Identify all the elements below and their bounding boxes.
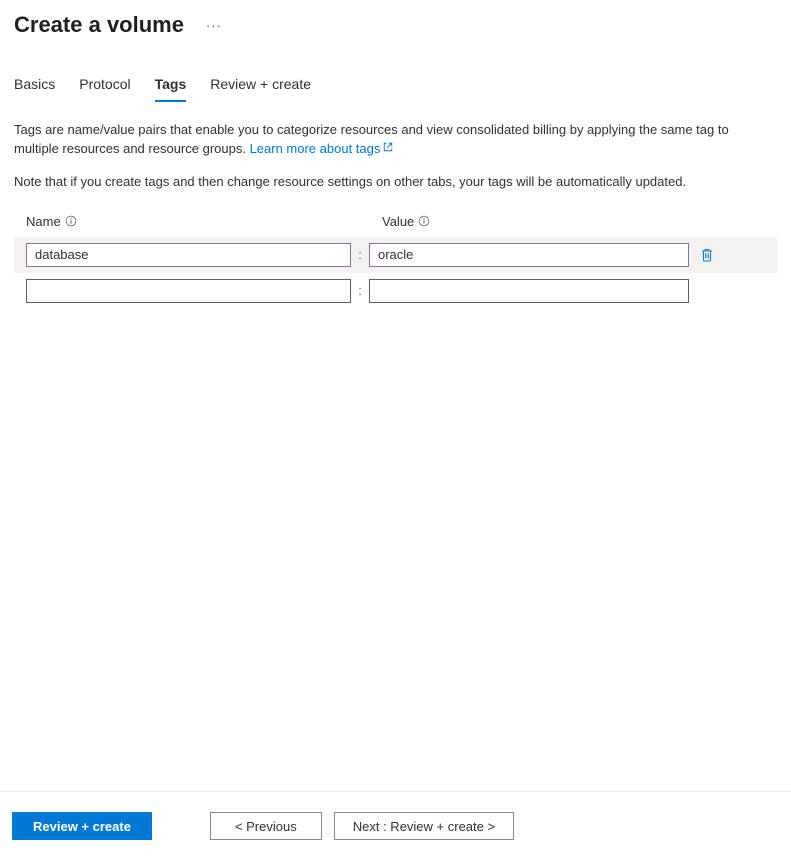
tag-value-input[interactable] bbox=[369, 243, 689, 267]
tab-basics[interactable]: Basics bbox=[14, 76, 55, 102]
more-icon[interactable]: ··· bbox=[206, 18, 222, 33]
tag-name-input[interactable] bbox=[26, 243, 351, 267]
tabs: Basics Protocol Tags Review + create bbox=[0, 38, 791, 103]
tag-name-input[interactable] bbox=[26, 279, 351, 303]
tab-tags[interactable]: Tags bbox=[155, 76, 187, 102]
info-icon[interactable] bbox=[65, 215, 77, 227]
colon-separator: : bbox=[351, 247, 369, 262]
tag-row: : bbox=[14, 237, 777, 273]
previous-button[interactable]: < Previous bbox=[210, 812, 322, 840]
tag-value-input[interactable] bbox=[369, 279, 689, 303]
learn-more-link[interactable]: Learn more about tags bbox=[250, 141, 395, 156]
tab-review-create[interactable]: Review + create bbox=[210, 76, 311, 102]
column-name-label: Name bbox=[26, 214, 61, 229]
external-link-icon bbox=[382, 140, 394, 159]
info-icon[interactable] bbox=[418, 215, 430, 227]
colon-separator: : bbox=[351, 283, 369, 298]
tag-row: : bbox=[14, 273, 777, 309]
trash-icon[interactable] bbox=[699, 247, 715, 263]
note-text: Note that if you create tags and then ch… bbox=[14, 173, 777, 192]
tab-protocol[interactable]: Protocol bbox=[79, 76, 130, 102]
column-value-label: Value bbox=[382, 214, 414, 229]
review-create-button[interactable]: Review + create bbox=[12, 812, 152, 840]
description: Tags are name/value pairs that enable yo… bbox=[14, 121, 777, 159]
page-title: Create a volume bbox=[14, 12, 184, 38]
next-button[interactable]: Next : Review + create > bbox=[334, 812, 514, 840]
